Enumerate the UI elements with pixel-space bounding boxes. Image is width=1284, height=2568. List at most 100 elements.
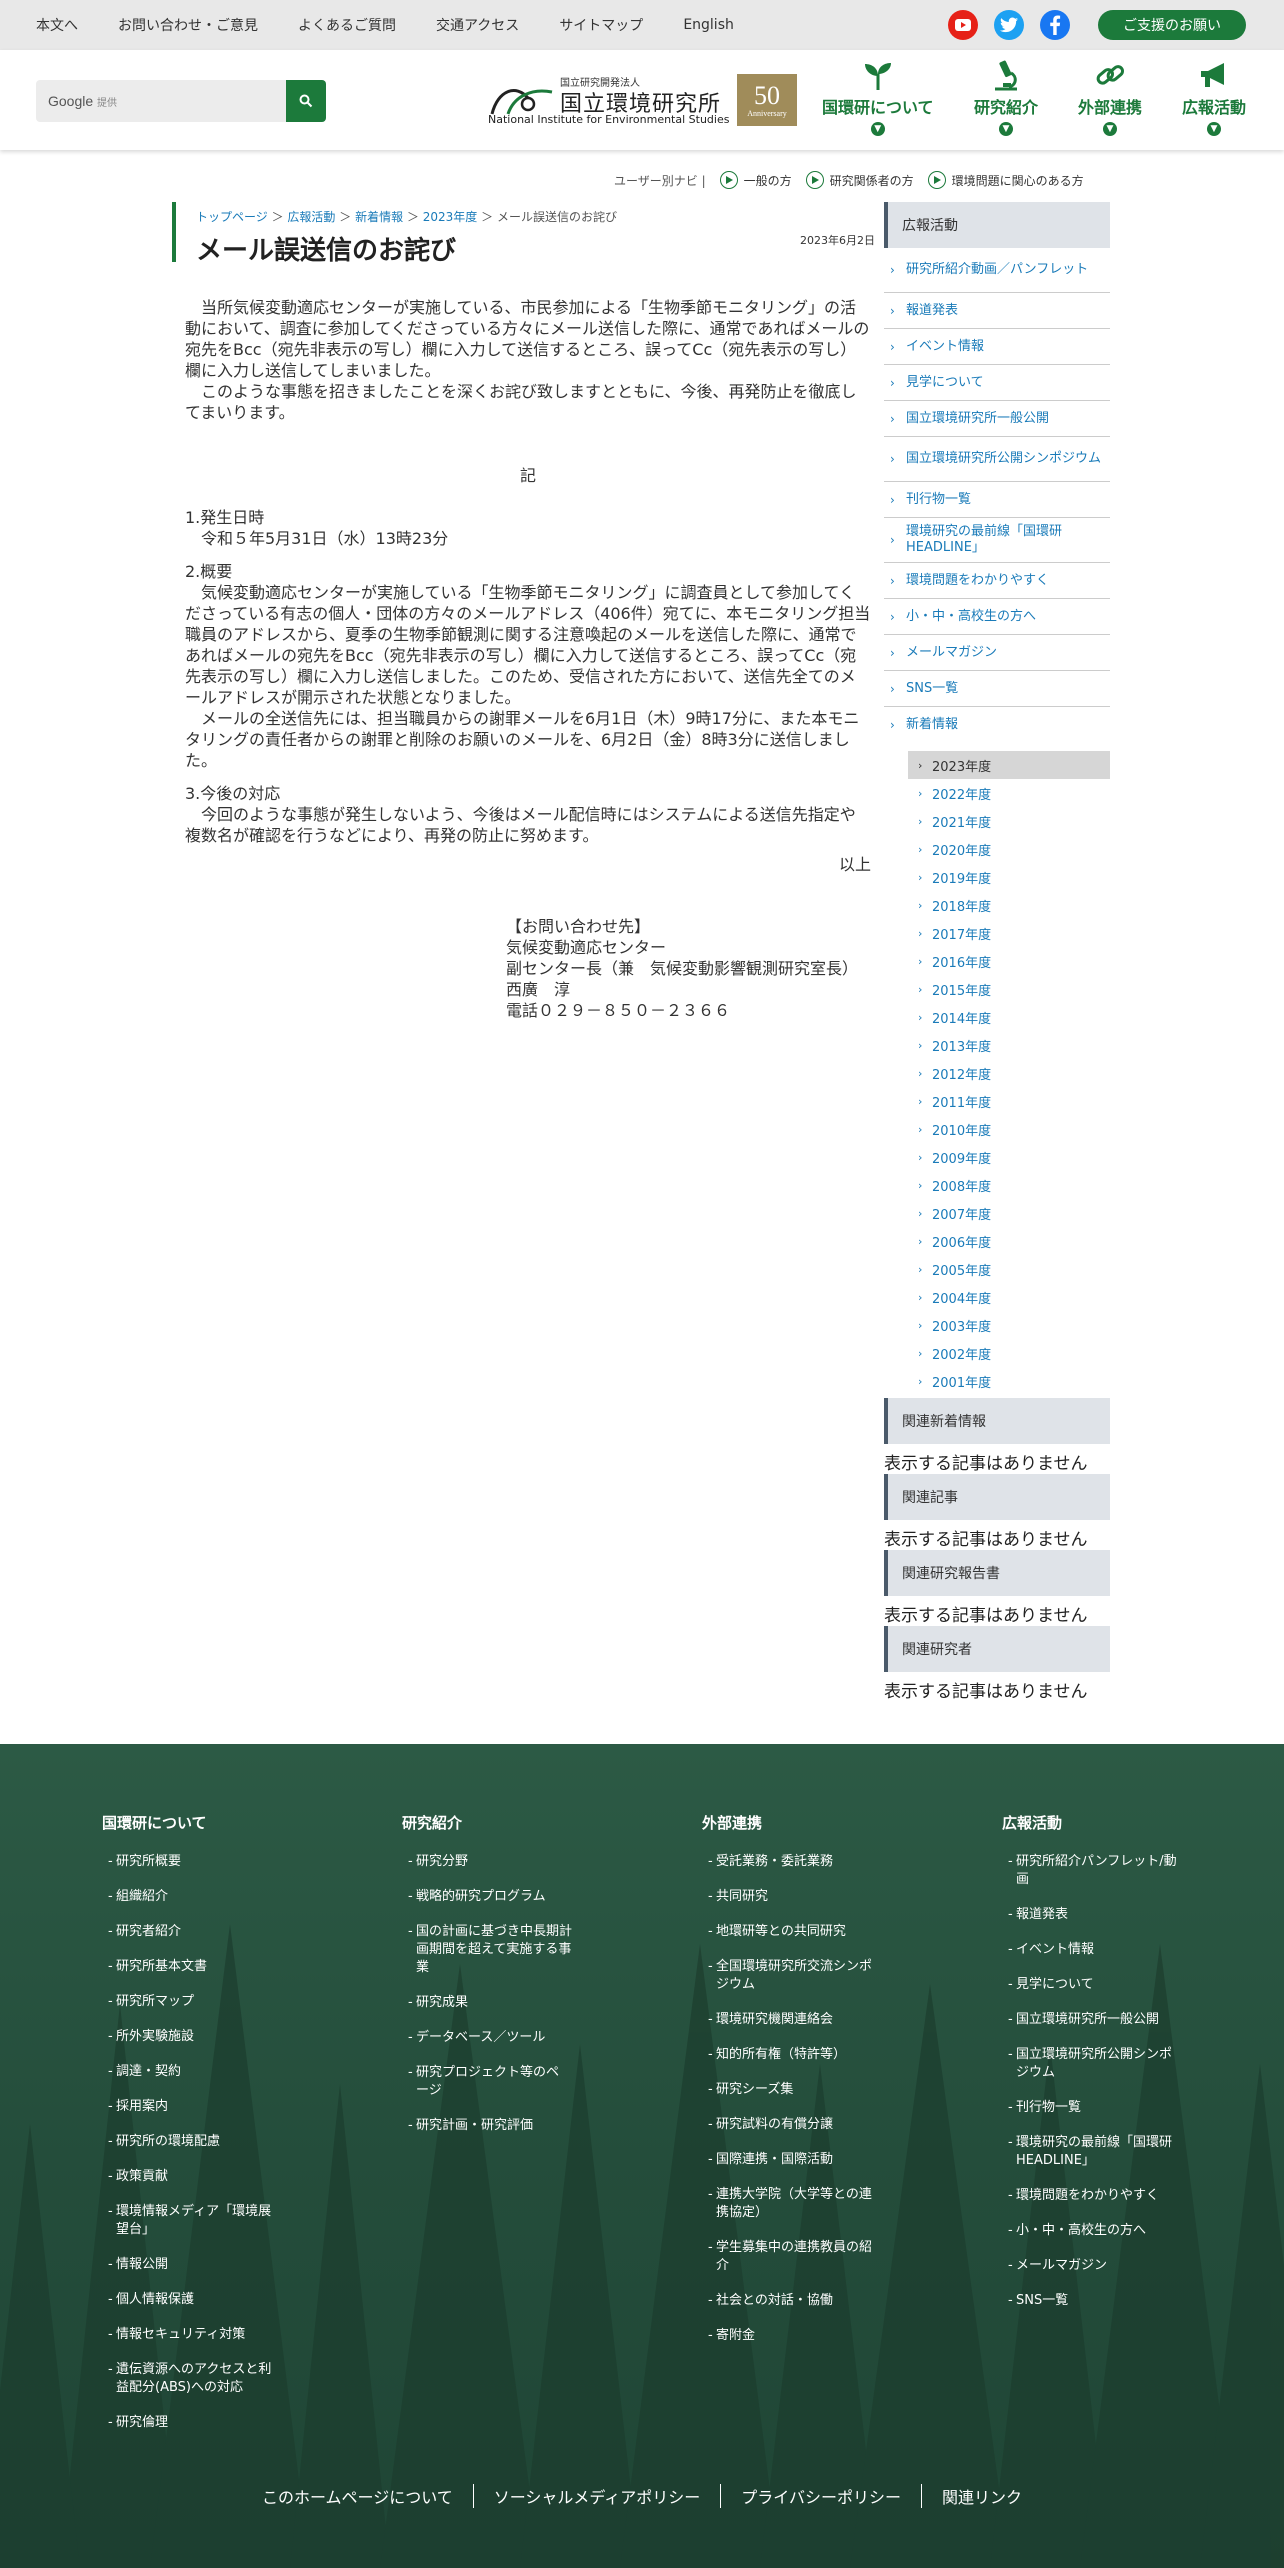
footer-link[interactable]: 情報セキュリティ対策 xyxy=(102,2326,312,2344)
twitter-icon[interactable] xyxy=(994,10,1024,40)
footer-link[interactable]: 受託業務・委託業務 xyxy=(702,1853,912,1871)
footer-link[interactable]: 研究倫理 xyxy=(102,2414,312,2432)
footer-link[interactable]: 国立環境研究所公開シンポジウム xyxy=(1002,2046,1182,2082)
footer-link[interactable]: 戦略的研究プログラム xyxy=(402,1888,612,1906)
youtube-icon[interactable] xyxy=(948,10,978,40)
footer-link[interactable]: 研究所の環境配慮 xyxy=(102,2133,312,2151)
sidebar-item-events[interactable]: イベント情報 xyxy=(884,329,1110,365)
sidebar-item-symposium[interactable]: 国立環境研究所公開シンポジウム xyxy=(884,437,1110,482)
contact-link[interactable]: お問い合わせ・ご意見 xyxy=(118,15,258,35)
footer-col-heading[interactable]: 研究紹介 xyxy=(402,1812,612,1833)
year-item[interactable]: 2019年度 xyxy=(908,863,1110,891)
footer-link[interactable]: 所外実験施設 xyxy=(102,2028,312,2046)
nav-collaboration[interactable]: 外部連携 ▼ xyxy=(1078,58,1142,142)
year-item[interactable]: 2012年度 xyxy=(908,1059,1110,1087)
year-item[interactable]: 2014年度 xyxy=(908,1003,1110,1031)
year-item[interactable]: 2013年度 xyxy=(908,1031,1110,1059)
footer-link[interactable]: 環境問題をわかりやすく xyxy=(1002,2187,1212,2205)
search-button[interactable] xyxy=(286,80,326,122)
breadcrumb-top[interactable]: トップページ xyxy=(196,210,268,224)
footer-link[interactable]: 採用案内 xyxy=(102,2098,312,2116)
footer-link[interactable]: 研究計画・研究評価 xyxy=(402,2117,612,2135)
year-item[interactable]: 2010年度 xyxy=(908,1115,1110,1143)
footer-link[interactable]: 政策貢献 xyxy=(102,2168,312,2186)
year-item[interactable]: 2020年度 xyxy=(908,835,1110,863)
year-item[interactable]: 2015年度 xyxy=(908,975,1110,1003)
footer-link[interactable]: メールマガジン xyxy=(1002,2257,1212,2275)
sidebar-item-easy[interactable]: 環境問題をわかりやすく xyxy=(884,563,1110,599)
footer-col-heading[interactable]: 国環研について xyxy=(102,1812,312,1833)
year-item[interactable]: 2004年度 xyxy=(908,1283,1110,1311)
footer-link[interactable]: 研究シーズ集 xyxy=(702,2081,912,2099)
year-item[interactable]: 2005年度 xyxy=(908,1255,1110,1283)
sidebar-item-publications[interactable]: 刊行物一覧 xyxy=(884,482,1110,518)
footer-link[interactable]: 情報公開 xyxy=(102,2256,312,2274)
nav-pr[interactable]: 広報活動 ▼ xyxy=(1182,58,1246,142)
year-item[interactable]: 2008年度 xyxy=(908,1171,1110,1199)
english-link[interactable]: English xyxy=(683,17,734,33)
sitemap-link[interactable]: サイトマップ xyxy=(559,15,643,35)
year-item[interactable]: 2017年度 xyxy=(908,919,1110,947)
year-item[interactable]: 2006年度 xyxy=(908,1227,1110,1255)
year-item[interactable]: 2009年度 xyxy=(908,1143,1110,1171)
footer-link[interactable]: 小・中・高校生の方へ xyxy=(1002,2222,1212,2240)
footer-link[interactable]: 地環研等との共同研究 xyxy=(702,1923,912,1941)
footer-link[interactable]: 研究所マップ xyxy=(102,1993,312,2011)
footer-link[interactable]: 研究所紹介パンフレット/動画 xyxy=(1002,1853,1182,1889)
support-button[interactable]: ご支援のお願い xyxy=(1098,10,1246,40)
footer-link[interactable]: データベース／ツール xyxy=(402,2029,612,2047)
footer-col-heading[interactable]: 広報活動 xyxy=(1002,1812,1212,1833)
footer-link[interactable]: 環境情報メディア「環境展望台」 xyxy=(102,2203,282,2239)
footer-link[interactable]: 研究者紹介 xyxy=(102,1923,312,1941)
breadcrumb-news[interactable]: 新着情報 xyxy=(355,210,403,224)
footer-link[interactable]: 個人情報保護 xyxy=(102,2291,312,2309)
sidebar-item-sns[interactable]: SNS一覧 xyxy=(884,671,1110,707)
footer-link[interactable]: 共同研究 xyxy=(702,1888,912,1906)
year-item[interactable]: 2022年度 xyxy=(908,779,1110,807)
footer-link[interactable]: 研究成果 xyxy=(402,1994,612,2012)
year-item[interactable]: 2007年度 xyxy=(908,1199,1110,1227)
footer-link[interactable]: 研究分野 xyxy=(402,1853,612,1871)
sidebar-item-press[interactable]: 報道発表 xyxy=(884,293,1110,329)
footer-link[interactable]: 連携大学院（大学等との連携協定） xyxy=(702,2186,882,2222)
sidebar-item-mailmag[interactable]: メールマガジン xyxy=(884,635,1110,671)
footer-link[interactable]: 全国環境研究所交流シンポジウム xyxy=(702,1958,882,1994)
year-item[interactable]: 2018年度 xyxy=(908,891,1110,919)
footer-link[interactable]: 研究所概要 xyxy=(102,1853,312,1871)
year-item[interactable]: 2001年度 xyxy=(908,1367,1110,1395)
access-link[interactable]: 交通アクセス xyxy=(436,15,519,35)
footer-related-links[interactable]: 関連リンク xyxy=(922,2484,1042,2508)
footer-link[interactable]: イベント情報 xyxy=(1002,1941,1212,1959)
footer-social-policy-link[interactable]: ソーシャルメディアポリシー xyxy=(474,2484,722,2508)
year-item[interactable]: 2021年度 xyxy=(908,807,1110,835)
footer-link[interactable]: 研究所基本文書 xyxy=(102,1958,312,1976)
year-item[interactable]: 2003年度 xyxy=(908,1311,1110,1339)
footer-link[interactable]: 国の計画に基づき中長期計画期間を超えて実施する事業 xyxy=(402,1923,572,1977)
footer-link[interactable]: 国立環境研究所一般公開 xyxy=(1002,2011,1212,2029)
user-navi-general[interactable]: 一般の方 xyxy=(719,171,792,189)
footer-link[interactable]: 学生募集中の連携教員の紹介 xyxy=(702,2239,882,2275)
user-navi-researchers[interactable]: 研究関係者の方 xyxy=(805,171,914,189)
nav-research[interactable]: 研究紹介 ▼ xyxy=(974,58,1038,142)
footer-link[interactable]: 報道発表 xyxy=(1002,1906,1212,1924)
footer-link[interactable]: 調達・契約 xyxy=(102,2063,312,2081)
footer-link[interactable]: 研究試料の有償分譲 xyxy=(702,2116,912,2134)
user-navi-environment[interactable]: 環境問題に関心のある方 xyxy=(927,171,1084,189)
year-item[interactable]: 2011年度 xyxy=(908,1087,1110,1115)
footer-link[interactable]: 研究プロジェクト等のページ xyxy=(402,2064,572,2100)
sidebar-item-students[interactable]: 小・中・高校生の方へ xyxy=(884,599,1110,635)
footer-link[interactable]: 社会との対話・協働 xyxy=(702,2292,912,2310)
footer-link[interactable]: 環境研究の最前線「国環研HEADLINE」 xyxy=(1002,2134,1182,2170)
footer-link[interactable]: 遺伝資源へのアクセスと利益配分(ABS)への対応 xyxy=(102,2361,282,2397)
sidebar-item-video[interactable]: 研究所紹介動画／パンフレット xyxy=(884,248,1110,293)
sidebar-item-headline[interactable]: 環境研究の最前線「国環研HEADLINE」 xyxy=(884,518,1110,563)
sidebar-item-tour[interactable]: 見学について xyxy=(884,365,1110,401)
sidebar-item-open-house[interactable]: 国立環境研究所一般公開 xyxy=(884,401,1110,437)
year-item[interactable]: 2002年度 xyxy=(908,1339,1110,1367)
year-item-2023[interactable]: 2023年度 xyxy=(908,751,1110,779)
footer-link[interactable]: 刊行物一覧 xyxy=(1002,2099,1212,2117)
footer-about-site-link[interactable]: このホームページについて xyxy=(242,2484,474,2508)
footer-link[interactable]: 環境研究機関連絡会 xyxy=(702,2011,912,2029)
footer-link[interactable]: 国際連携・国際活動 xyxy=(702,2151,912,2169)
footer-link[interactable]: 見学について xyxy=(1002,1976,1212,1994)
